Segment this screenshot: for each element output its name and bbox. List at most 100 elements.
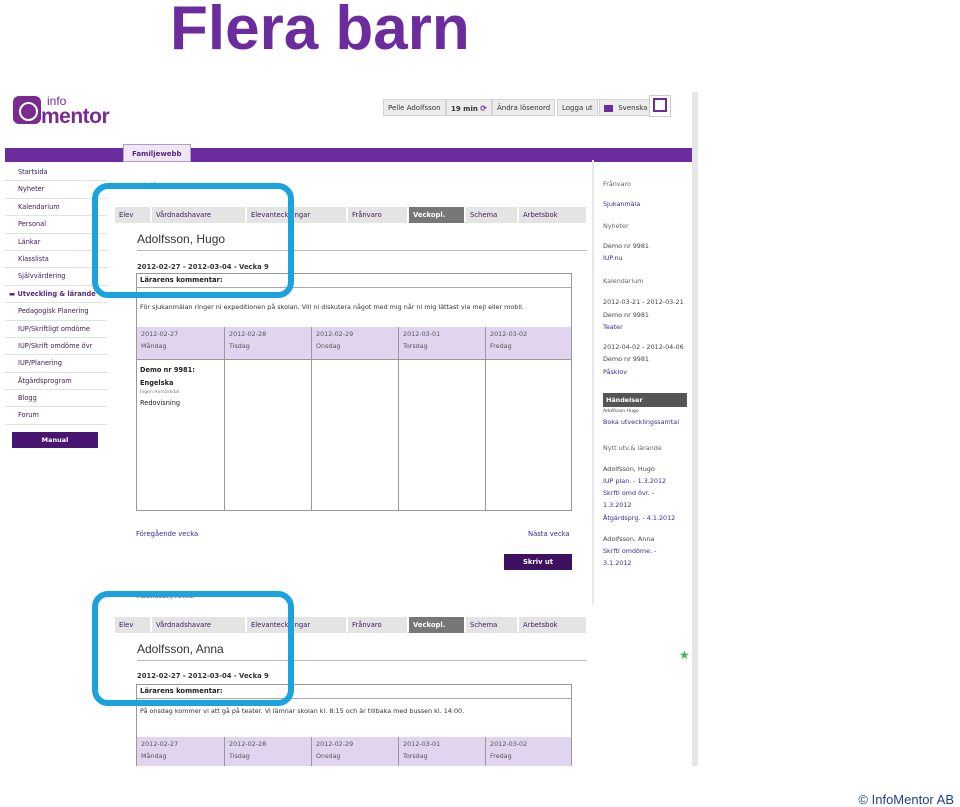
- teacher-comment: För sjukanmälan ringer ni expeditionen p…: [140, 303, 524, 311]
- day-header-wednesday: 2012-02-29 Onsdag: [312, 327, 399, 359]
- news-link[interactable]: IUP.nu: [603, 254, 623, 262]
- calendar-event-dates: 2012-04-02 - 2012-04-06: [603, 343, 684, 351]
- skriftl-omdome-date[interactable]: 3.1.2012: [603, 559, 631, 567]
- day-name: Fredag: [490, 752, 512, 760]
- logout-link[interactable]: Logga ut: [557, 99, 598, 116]
- student-name: Adolfsson, Hugo: [603, 465, 655, 473]
- franvaro-heading: Frånvaro: [603, 180, 631, 188]
- skriftl-omdome-link[interactable]: Skrftl omdöme. -: [603, 547, 656, 555]
- infomentor-logo[interactable]: info mentor: [11, 94, 111, 128]
- square-icon[interactable]: [653, 98, 667, 112]
- skriftl-omd-date[interactable]: 1.3.2012: [603, 501, 631, 509]
- student-name: Adolfsson, Anna: [603, 535, 655, 543]
- day-name: Onsdag: [316, 752, 341, 760]
- day-header-friday: 2012-03-02 Fredag: [486, 737, 571, 766]
- main-nav-bar: [5, 148, 692, 162]
- tab-veckopl[interactable]: Veckopl.: [409, 617, 465, 633]
- refresh-icon[interactable]: ⟳: [480, 104, 487, 113]
- change-password-link[interactable]: Ändra lösenord: [492, 99, 556, 116]
- day-date: 2012-02-27: [141, 330, 179, 338]
- day-date: 2012-03-01: [403, 330, 441, 338]
- logo-mentor-text: mentor: [41, 105, 110, 128]
- sidebar-item-utveckling-label: Utveckling & lärande: [17, 289, 96, 298]
- session-timer[interactable]: 19 min ⟳: [446, 99, 492, 116]
- tab-arbetsbok[interactable]: Arbetsbok: [519, 617, 587, 633]
- teacher-comment: På onsdag kommer vi att gå på teater. Vi…: [140, 707, 465, 715]
- highlight-frame-anna: [92, 591, 294, 706]
- manual-button[interactable]: Manual: [12, 432, 98, 448]
- tab-franvaro[interactable]: Frånvaro: [348, 617, 408, 633]
- sidebar-item-startsida[interactable]: Startsida: [5, 164, 107, 182]
- day-header-monday: 2012-02-27 Måndag: [137, 327, 225, 359]
- day-date: 2012-03-02: [490, 330, 528, 338]
- tab-arbetsbok[interactable]: Arbetsbok: [519, 207, 587, 223]
- day-header-tuesday: 2012-02-28 Tisdag: [225, 737, 312, 766]
- nytt-utv-heading: Nytt utv.& lärande: [603, 444, 662, 452]
- sidebar-item-iup-skriftligt-omdome[interactable]: IUP/Skriftligt omdöme: [5, 321, 107, 338]
- day-date: 2012-02-27: [141, 740, 179, 748]
- day-header-thursday: 2012-03-01 Torsdag: [399, 737, 486, 766]
- day-date: 2012-02-29: [316, 740, 354, 748]
- atgardsprg-link[interactable]: Åtgärdsprg. - 4.1.2012: [603, 514, 675, 522]
- day-cell-wednesday: [312, 360, 399, 510]
- logo-icon: [13, 96, 41, 124]
- calendar-event-source: Demo nr 9981: [603, 311, 649, 319]
- handelser-heading: Händelser: [603, 393, 687, 407]
- day-date: 2012-03-02: [490, 740, 528, 748]
- day-header-row: 2012-02-27 Måndag 2012-02-28 Tisdag 2012…: [137, 737, 571, 766]
- day-name: Onsdag: [316, 342, 341, 350]
- news-source: Demo nr 9981: [603, 242, 649, 250]
- entry-note: Ingen Anmärkdal: [140, 390, 180, 395]
- previous-week-link[interactable]: Föregående vecka: [136, 530, 198, 538]
- day-header-row: 2012-02-27 Måndag 2012-02-28 Tisdag 2012…: [137, 327, 571, 359]
- expand-icon: ▬: [9, 289, 16, 298]
- tab-veckopl[interactable]: Veckopl.: [409, 207, 465, 223]
- next-week-link[interactable]: Nästa vecka: [528, 530, 570, 538]
- sidebar-item-forum[interactable]: Forum: [5, 407, 107, 425]
- day-name: Torsdag: [403, 752, 428, 760]
- day-header-friday: 2012-03-02 Fredag: [486, 327, 571, 359]
- day-date: 2012-02-29: [316, 330, 354, 338]
- calendar-event-link[interactable]: Teater: [603, 323, 623, 331]
- day-name: Tisdag: [229, 342, 250, 350]
- sidebar-item-iup-planering[interactable]: IUP/Planering: [5, 355, 107, 373]
- tab-schema[interactable]: Schema: [466, 617, 518, 633]
- skriftl-omd-link[interactable]: Skrftl omd övr. -: [603, 489, 654, 497]
- sidebar-item-blogg[interactable]: Blogg: [5, 390, 107, 408]
- entry-subject[interactable]: Engelska: [140, 379, 173, 387]
- handelser-student: Adolfsson Hugo: [603, 409, 639, 414]
- sidebar-item-atgardsprogram[interactable]: Åtgärdsprogram: [5, 373, 107, 391]
- sidebar-item-utveckling[interactable]: ▬ Utveckling & lärande: [5, 286, 107, 304]
- divider: [592, 160, 594, 605]
- tab-schema[interactable]: Schema: [466, 207, 518, 223]
- day-name: Fredag: [490, 342, 512, 350]
- print-button[interactable]: Skriv ut: [504, 554, 572, 570]
- language-label: Svenska: [618, 104, 648, 112]
- day-header-wednesday: 2012-02-29 Onsdag: [312, 737, 399, 766]
- calendar-event-link[interactable]: Påsklov: [603, 368, 627, 376]
- day-date: 2012-02-28: [229, 740, 267, 748]
- flag-icon: [604, 104, 613, 112]
- iup-plan-link[interactable]: IUP plan. - 1.3.2012: [603, 477, 666, 485]
- tab-familjewebb[interactable]: Familjewebb: [123, 144, 191, 162]
- session-timer-label: 19 min: [451, 105, 478, 113]
- entry-item[interactable]: Redovisning: [140, 399, 180, 407]
- sidebar-item-iup-skrift-omdome-ovr[interactable]: IUP/Skrift omdöme övr: [5, 338, 107, 356]
- day-cell-tuesday: [225, 360, 312, 510]
- day-date: 2012-02-28: [229, 330, 267, 338]
- sidebar-item-pedagogisk-planering[interactable]: Pedagogisk Planering: [5, 303, 107, 321]
- scrollbar-track[interactable]: [692, 92, 698, 766]
- entry-title: Demo nr 9981:: [140, 366, 195, 374]
- sjukanmala-link[interactable]: Sjukanmäla: [603, 200, 640, 208]
- day-header-thursday: 2012-03-01 Torsdag: [399, 327, 486, 359]
- day-cell-monday: Demo nr 9981: Engelska Ingen Anmärkdal R…: [137, 360, 225, 510]
- boka-utvecklingssamtal-link[interactable]: Boka utvecklingssamtal: [603, 418, 679, 426]
- user-name[interactable]: Pelle Adolfsson: [383, 99, 446, 116]
- nyheter-heading: Nyheter: [603, 222, 629, 230]
- language-selector[interactable]: Svenska: [599, 99, 653, 116]
- day-header-tuesday: 2012-02-28 Tisdag: [225, 327, 312, 359]
- kalendarium-heading: Kalendarium: [603, 277, 644, 285]
- tab-franvaro[interactable]: Frånvaro: [348, 207, 408, 223]
- star-icon[interactable]: ★: [679, 648, 690, 662]
- copyright: © InfoMentor AB: [858, 792, 954, 807]
